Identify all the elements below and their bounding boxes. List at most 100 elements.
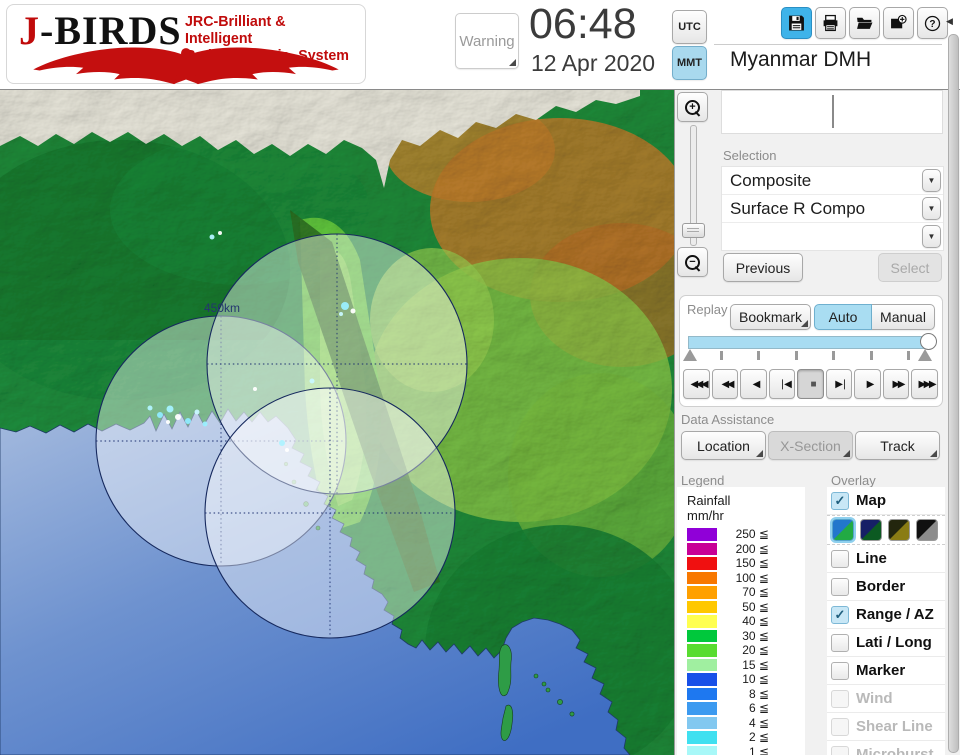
checkbox-checked-icon[interactable]: ✓ <box>831 491 849 510</box>
zoom-in-button[interactable]: + <box>677 92 708 122</box>
checkbox-checked-icon[interactable]: ✓ <box>831 605 849 624</box>
play-backward-button[interactable]: ◀ <box>740 369 767 399</box>
selection-dropdown-1[interactable]: Composite ▼ <box>722 167 943 195</box>
overlay-item-label: Map <box>856 492 886 509</box>
timeline-handle[interactable] <box>920 333 937 350</box>
style-dark-olive-button[interactable] <box>888 519 910 541</box>
selection-dropdown-3[interactable]: ▼ <box>722 223 943 250</box>
mmt-button[interactable]: MMT <box>672 46 707 80</box>
collapse-arrow-icon[interactable]: ◀ <box>946 10 959 32</box>
dropdown-arrow-icon[interactable]: ▼ <box>922 197 941 220</box>
overlay-item-lati-long[interactable]: Lati / Long <box>827 629 945 657</box>
style-black-gray-button[interactable] <box>916 519 938 541</box>
legend-swatch <box>687 702 717 715</box>
legend-row: 250 ≦ <box>687 527 769 542</box>
legend-row: 40 ≦ <box>687 614 769 629</box>
rain-echo <box>209 234 215 240</box>
style-green-blue-button[interactable] <box>830 517 856 543</box>
overlay-item-shear-line[interactable]: Shear Line <box>827 713 945 741</box>
zoom-slider-thumb[interactable] <box>682 223 705 238</box>
legend-swatch <box>687 615 717 628</box>
dropdown-arrow-icon[interactable]: ▼ <box>922 169 941 192</box>
zoom-out-button[interactable]: − <box>677 247 708 277</box>
step-forward-button[interactable]: ▶❘ <box>825 369 852 399</box>
utc-button[interactable]: UTC <box>672 10 707 44</box>
x-section-button[interactable]: X-Section <box>768 431 853 460</box>
style-navy-green-button[interactable] <box>860 519 882 541</box>
legend-value: 100 ≦ <box>735 570 769 585</box>
checkbox-icon[interactable] <box>831 577 849 596</box>
auto-button[interactable]: Auto <box>814 304 872 330</box>
fast-forward-button[interactable]: ▶▶ <box>882 369 909 399</box>
timeline-tick <box>720 351 723 360</box>
legend-swatch <box>687 528 717 541</box>
checkbox-icon[interactable] <box>831 745 849 755</box>
previous-button[interactable]: Previous <box>723 253 803 282</box>
warning-button[interactable]: Warning <box>455 13 519 69</box>
overlay-item-microburst[interactable]: Microburst <box>827 741 945 755</box>
rain-echo <box>309 378 315 384</box>
header-separator <box>714 44 942 45</box>
legend-swatch <box>687 687 717 700</box>
stop-button[interactable]: ■ <box>797 369 824 399</box>
bookmark-button[interactable]: Bookmark <box>730 304 811 330</box>
track-button[interactable]: Track <box>855 431 940 460</box>
print-icon <box>823 14 838 32</box>
map-zoom-control: + − <box>677 92 709 278</box>
save-button[interactable] <box>781 7 812 39</box>
overlay-item-range-az[interactable]: ✓ Range / AZ <box>827 601 945 629</box>
legend-value: 4 ≦ <box>748 715 769 730</box>
jump-end-button[interactable]: ▶▶▶ <box>911 369 938 399</box>
checkbox-icon[interactable] <box>831 689 849 708</box>
legend-row: 15 ≦ <box>687 658 769 673</box>
playback-controls: ◀◀◀ ◀◀ ◀ ❘◀ ■ ▶❘ ▶ ▶▶ ▶▶▶ <box>683 369 938 399</box>
open-folder-button[interactable] <box>849 7 880 39</box>
legend-swatch <box>687 571 717 584</box>
play-button[interactable]: ▶ <box>854 369 881 399</box>
capture-button[interactable] <box>883 7 914 39</box>
panel-scroll-handle[interactable] <box>948 34 959 753</box>
overlay-item-label: Range / AZ <box>856 606 934 623</box>
legend-value: 30 ≦ <box>742 628 769 643</box>
overlay-rows: Line Border ✓ Range / AZ Lati / Long Marker Wi… <box>827 545 945 755</box>
checkbox-icon[interactable] <box>831 661 849 680</box>
location-button[interactable]: Location <box>681 431 766 460</box>
legend-swatch <box>687 600 717 613</box>
help-button[interactable]: ? <box>917 7 948 39</box>
timeline-tick <box>794 351 798 360</box>
dropdown-arrow-icon[interactable]: ▼ <box>922 225 941 248</box>
overlay-item-border[interactable]: Border <box>827 573 945 601</box>
rain-echo <box>341 302 349 310</box>
rain-echo <box>339 312 343 316</box>
legend-swatch <box>687 586 717 599</box>
legend-row: 50 ≦ <box>687 600 769 615</box>
radar-map[interactable]: 450km <box>0 90 674 755</box>
fast-rewind-button[interactable]: ◀◀ <box>711 369 738 399</box>
product-name-input[interactable] <box>721 90 943 134</box>
legend-row: 20 ≦ <box>687 643 769 658</box>
selection-dropdown-2[interactable]: Surface R Compo ▼ <box>722 195 943 223</box>
checkbox-icon[interactable] <box>831 549 849 568</box>
select-button[interactable]: Select <box>878 253 942 282</box>
checkbox-icon[interactable] <box>831 717 849 736</box>
legend-swatch <box>687 557 717 570</box>
help-icon: ? <box>924 15 941 31</box>
station-name: Myanmar DMH <box>730 48 872 71</box>
legend-row: 100 ≦ <box>687 571 769 586</box>
header: J-BIRDS JRC-Brilliant & Intelligent Rada… <box>0 0 960 90</box>
legend-scale: 250 ≦ 200 ≦ 150 ≦ 100 ≦ 70 ≦ 50 ≦ 40 ≦ 30 ≦ 20 ≦… <box>687 527 769 755</box>
print-button[interactable] <box>815 7 846 39</box>
legend-value: 200 ≦ <box>735 541 769 556</box>
legend-swatch <box>687 629 717 642</box>
overlay-item-map[interactable]: ✓ Map <box>827 487 945 515</box>
overlay-item-marker[interactable]: Marker <box>827 657 945 685</box>
timeline-track[interactable] <box>688 336 930 349</box>
overlay-item-wind[interactable]: Wind <box>827 685 945 713</box>
timeline-end-marker <box>918 349 932 361</box>
step-back-button[interactable]: ❘◀ <box>768 369 795 399</box>
overlay-item-line[interactable]: Line <box>827 545 945 573</box>
manual-button[interactable]: Manual <box>872 304 935 330</box>
jump-start-button[interactable]: ◀◀◀ <box>683 369 710 399</box>
checkbox-icon[interactable] <box>831 633 849 652</box>
overlay-item-label: Lati / Long <box>856 634 932 651</box>
